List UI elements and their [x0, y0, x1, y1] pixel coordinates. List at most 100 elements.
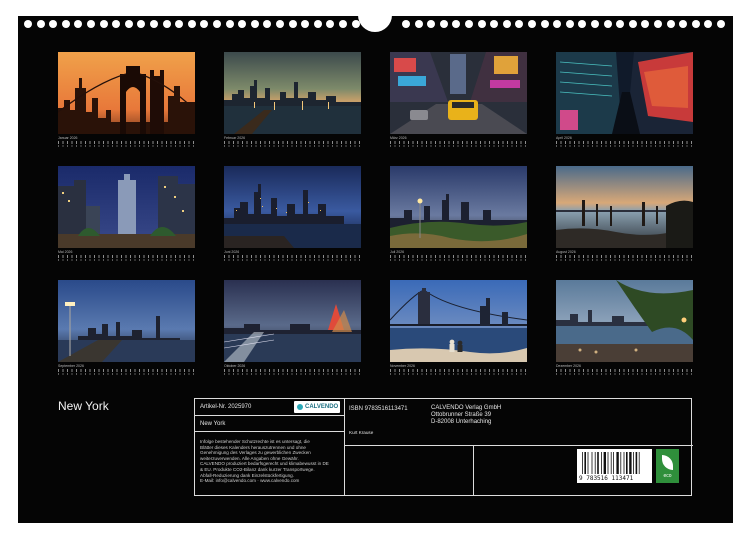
- eco-badge: eco: [656, 449, 679, 483]
- binding-hole: [477, 20, 486, 28]
- binding-hole: [200, 20, 209, 28]
- binding-hole: [465, 20, 473, 28]
- binding-hole: [654, 20, 662, 28]
- binding-hole: [578, 20, 587, 28]
- binding-hole: [175, 20, 184, 28]
- binding-hole: [24, 20, 32, 28]
- month-january: Januar 2026: [58, 52, 195, 147]
- binding-hole: [213, 20, 221, 28]
- binding-hole: [288, 20, 297, 28]
- barcode-bars: [582, 452, 640, 474]
- day-grid: [390, 141, 527, 144]
- month-label: August 2026: [556, 250, 576, 254]
- photo-waterfront-railing: [224, 280, 361, 362]
- photo-promenade-lamp-skyline: [58, 280, 195, 362]
- binding-hole: [150, 20, 158, 28]
- day-grid: [58, 255, 195, 258]
- month-june: Juni 2026: [224, 166, 361, 261]
- day-grid: [224, 369, 361, 372]
- weekday-grid: [224, 145, 361, 147]
- article-number: Artikel-Nr. 2025970: [200, 404, 252, 410]
- product-info-panel: Artikel-Nr. 2025970 CALVENDO New York In…: [194, 398, 693, 496]
- month-label: Oktober 2026: [224, 364, 246, 368]
- day-grid: [390, 369, 527, 372]
- photo-waterfront-park-evening: [556, 280, 693, 362]
- month-march: März 2026: [390, 52, 527, 147]
- publisher-name: CALVENDO Verlag GmbH: [431, 405, 502, 411]
- month-label: November 2026: [390, 364, 415, 368]
- binding-hole: [339, 20, 347, 28]
- weekday-grid: [556, 373, 693, 375]
- binding-hole: [402, 20, 410, 28]
- month-august: August 2026: [556, 166, 693, 261]
- binding-hole: [666, 20, 675, 28]
- day-grid: [390, 255, 527, 258]
- binding-hole: [74, 20, 83, 28]
- weekday-grid: [58, 373, 195, 375]
- weekday-grid: [58, 259, 195, 261]
- binding-hole: [225, 20, 234, 28]
- product-title: New York: [200, 421, 226, 427]
- legal-notice: Infolge bestehender Schutzrechte ist es …: [200, 439, 329, 484]
- weekday-grid: [390, 145, 527, 147]
- weekday-grid: [58, 145, 195, 147]
- binding-hole: [603, 20, 612, 28]
- photo-brooklyn-bridge-couple: [390, 280, 527, 362]
- binding-hole: [238, 20, 247, 28]
- calendar-back-cover: Januar 2026 Februar 2026 März 2026 April…: [18, 10, 733, 523]
- day-grid: [58, 141, 195, 144]
- binding-hole: [565, 20, 574, 28]
- month-october: Oktober 2026: [224, 280, 361, 375]
- publisher-city: D-82008 Unterhaching: [431, 419, 492, 425]
- binding-hole: [137, 20, 146, 28]
- binding-hole: [276, 20, 284, 28]
- month-label: Dezember 2026: [556, 364, 581, 368]
- binding-hole: [112, 20, 121, 28]
- binding-hole: [326, 20, 335, 28]
- photo-harbor-skyline-dusk: [224, 52, 361, 134]
- binding-hole: [490, 20, 499, 28]
- binding-hole: [263, 20, 272, 28]
- month-label: Juli 2026: [390, 250, 405, 254]
- publisher-logo: CALVENDO: [294, 401, 340, 413]
- binding-hole: [49, 20, 58, 28]
- day-grid: [556, 255, 693, 258]
- binding-hole: [641, 20, 650, 28]
- binding-hole: [124, 20, 133, 28]
- day-grid: [556, 141, 693, 144]
- weekday-grid: [390, 259, 527, 261]
- binding-hole: [162, 20, 171, 28]
- leaf-icon: [662, 455, 673, 470]
- calendar-title: New York: [58, 399, 109, 413]
- binding-hole: [439, 20, 448, 28]
- month-label: Februar 2026: [224, 136, 246, 140]
- binding-hole: [679, 20, 688, 28]
- month-label: April 2026: [556, 136, 572, 140]
- binding-hole: [616, 20, 625, 28]
- month-label: Januar 2026: [58, 136, 78, 140]
- binding-hole: [515, 20, 524, 28]
- month-july: Juli 2026: [390, 166, 527, 261]
- month-april: April 2026: [556, 52, 693, 147]
- logo-mark-icon: [297, 404, 303, 410]
- month-february: Februar 2026: [224, 52, 361, 147]
- month-label: Mai 2026: [58, 250, 73, 254]
- weekday-grid: [224, 373, 361, 375]
- binding-hole: [61, 20, 70, 28]
- binding-hole: [187, 20, 196, 28]
- binding-hole: [99, 20, 108, 28]
- binding-hole: [87, 20, 95, 28]
- isbn: ISBN 9783516113471: [349, 406, 408, 412]
- photo-park-lamps-skyline: [390, 166, 527, 248]
- binding-hole: [691, 20, 700, 28]
- binding-hole: [452, 20, 461, 28]
- binding-hole: [717, 20, 725, 28]
- binding-hole: [540, 20, 549, 28]
- binding-hole: [502, 20, 511, 28]
- isbn-barcode: 9 783516 113471: [577, 449, 652, 483]
- binding-hole: [414, 20, 423, 28]
- photo-times-square-taxi: [390, 52, 527, 134]
- weekday-grid: [390, 373, 527, 375]
- weekday-grid: [556, 145, 693, 147]
- binding-hole: [704, 20, 713, 28]
